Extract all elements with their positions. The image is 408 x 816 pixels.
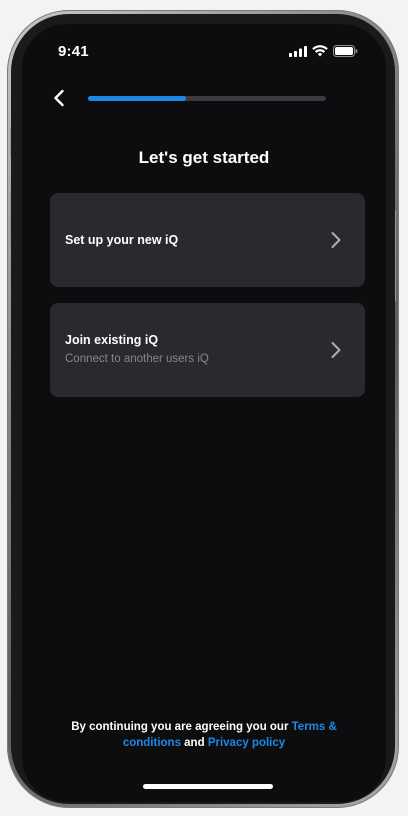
chevron-right-icon bbox=[331, 232, 341, 248]
cellular-signal-icon bbox=[289, 45, 307, 57]
legal-prefix: By continuing you are agreeing you our bbox=[71, 721, 292, 733]
legal-notice: By continuing you are agreeing you our T… bbox=[52, 719, 356, 751]
progress-bar bbox=[88, 96, 326, 101]
chevron-left-icon bbox=[54, 89, 64, 107]
back-button[interactable] bbox=[48, 86, 70, 110]
status-time: 9:41 bbox=[58, 43, 89, 60]
home-indicator[interactable] bbox=[143, 784, 273, 789]
wifi-icon bbox=[312, 45, 328, 57]
screen: 9:41 Let's get started Set up your new i… bbox=[22, 24, 386, 802]
page: 9:41 Let's get started Set up your new i… bbox=[0, 0, 408, 816]
status-bar: 9:41 bbox=[22, 24, 386, 78]
battery-icon bbox=[333, 45, 358, 57]
legal-middle: and bbox=[180, 737, 208, 749]
option-subtitle: Connect to another users iQ bbox=[65, 353, 209, 365]
option-title: Set up your new iQ bbox=[65, 233, 179, 247]
setup-new-iq-option[interactable]: Set up your new iQ bbox=[50, 193, 365, 287]
progress-fill bbox=[88, 96, 186, 101]
join-existing-iq-option[interactable]: Join existing iQ Connect to another user… bbox=[50, 303, 365, 397]
chevron-right-icon bbox=[331, 342, 341, 358]
page-title: Let's get started bbox=[138, 148, 270, 167]
privacy-link[interactable]: Privacy policy bbox=[208, 737, 285, 749]
status-icons bbox=[289, 45, 358, 57]
option-title: Join existing iQ bbox=[65, 333, 159, 347]
